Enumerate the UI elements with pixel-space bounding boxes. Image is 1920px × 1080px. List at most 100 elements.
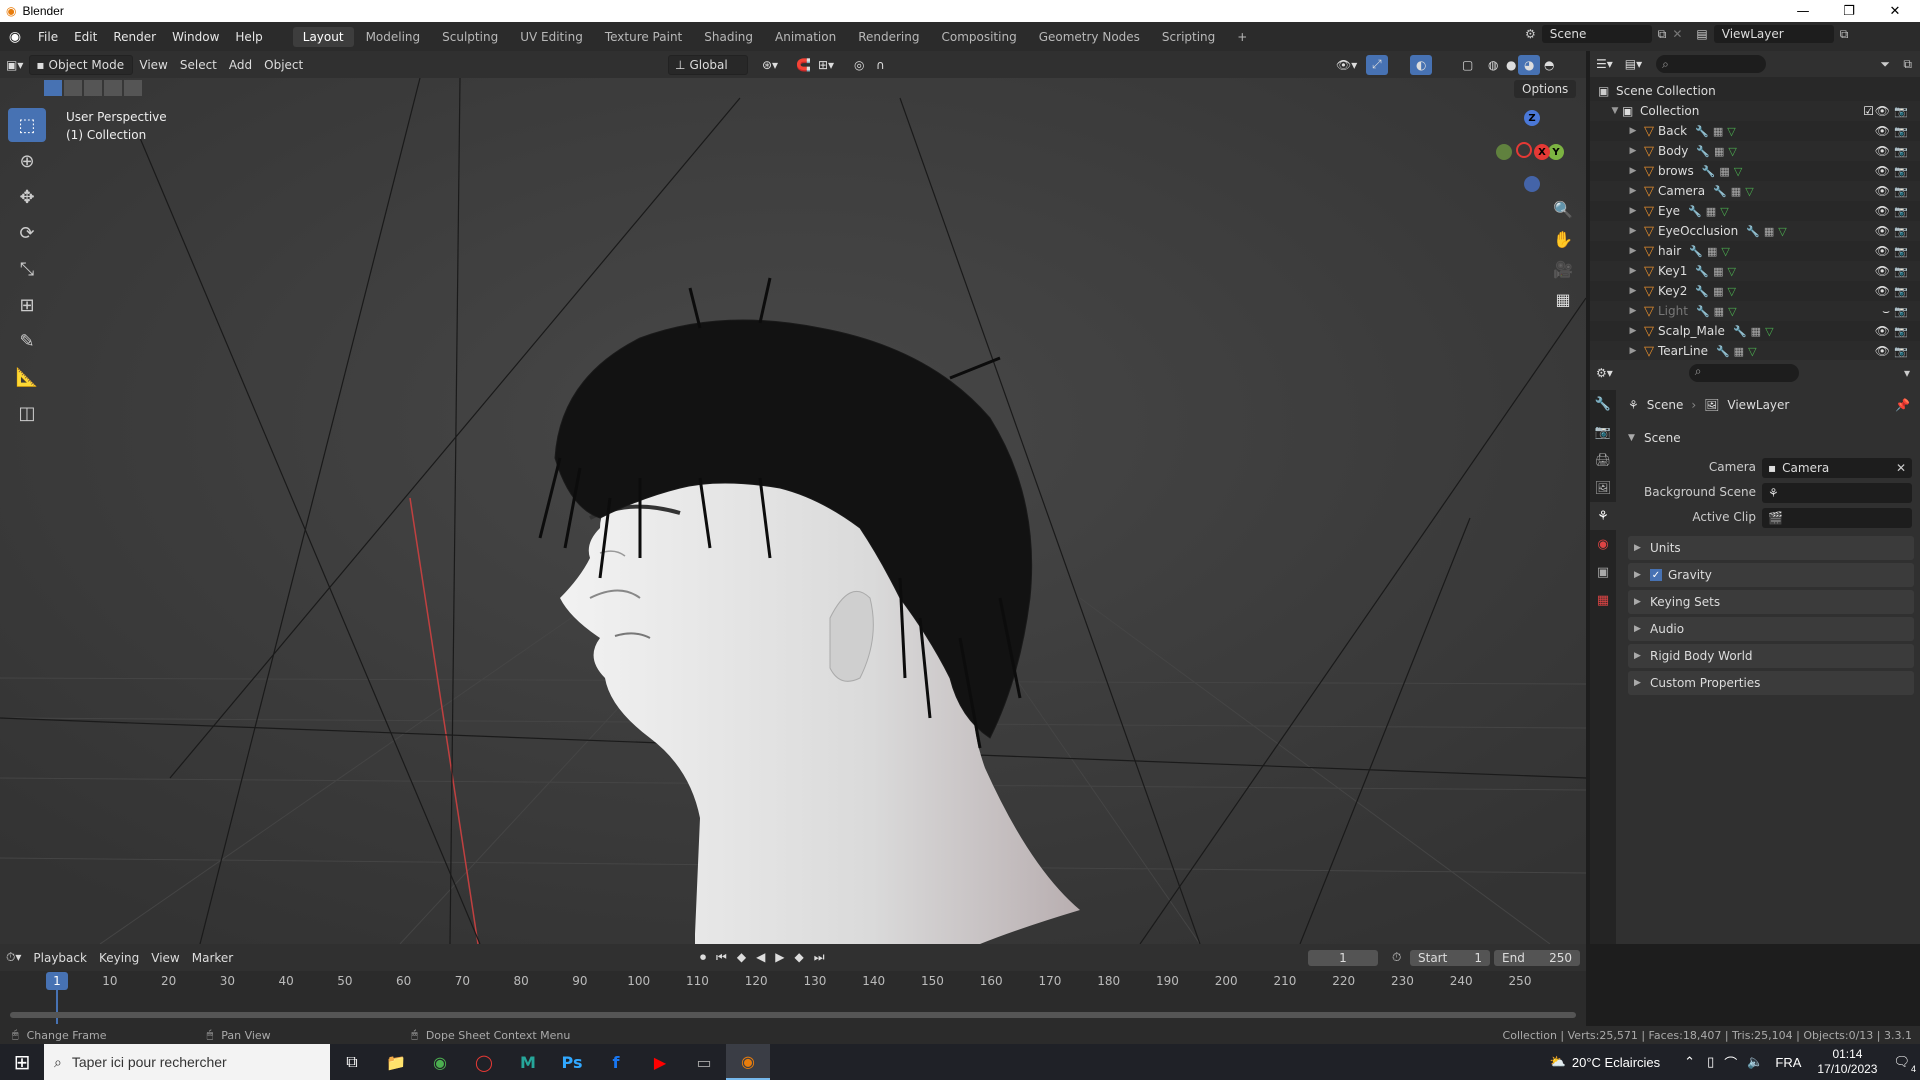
select-box-icon[interactable]: ⬚: [8, 108, 46, 142]
expand-icon[interactable]: ▶: [1626, 266, 1640, 276]
world-tab-icon[interactable]: ◉: [1590, 530, 1616, 558]
render-camera-icon[interactable]: 📷: [1894, 165, 1908, 178]
visibility-eye-icon[interactable]: 👁: [1875, 284, 1890, 298]
visibility-eye-icon[interactable]: 👁: [1875, 104, 1890, 118]
maximize-button[interactable]: ❐: [1826, 0, 1872, 22]
viewlayer-icon[interactable]: ▤: [1696, 27, 1707, 41]
gizmo-neg-x[interactable]: [1516, 142, 1532, 158]
select-subtract-icon[interactable]: [84, 80, 102, 96]
windows-start-icon[interactable]: ⊞: [0, 1044, 44, 1080]
expand-icon[interactable]: ▶: [1626, 286, 1640, 296]
visibility-eye-icon[interactable]: 👁: [1875, 164, 1890, 178]
select-intersect-icon[interactable]: [124, 80, 142, 96]
blender-menu-icon[interactable]: ◉: [0, 29, 30, 45]
app-window-icon[interactable]: ▭: [682, 1044, 726, 1080]
play-icon[interactable]: ▶: [775, 950, 784, 965]
menu-select[interactable]: Select: [174, 55, 223, 75]
proportional-edit-icon[interactable]: ◎: [848, 55, 870, 75]
active-clip-field[interactable]: 🎬: [1762, 508, 1912, 528]
output-tab-icon[interactable]: 🖨: [1590, 446, 1616, 474]
visibility-icon[interactable]: 👁▾: [1330, 55, 1363, 75]
menu-add[interactable]: Add: [223, 55, 258, 75]
view-layer-tab-icon[interactable]: 🖼: [1590, 474, 1616, 502]
outliner-editor-type-icon[interactable]: ☰▾: [1590, 54, 1619, 74]
navigation-gizmo[interactable]: Z Y X: [1490, 108, 1570, 192]
expand-icon[interactable]: ▶: [1626, 246, 1640, 256]
menu-window[interactable]: Window: [164, 30, 227, 44]
tab-sculpting[interactable]: Sculpting: [432, 27, 508, 47]
battery-icon[interactable]: ▯: [1707, 1054, 1714, 1070]
end-frame-field[interactable]: End 250: [1494, 949, 1580, 966]
render-camera-icon[interactable]: 📷: [1894, 145, 1908, 158]
render-camera-icon[interactable]: 📷: [1894, 125, 1908, 138]
visibility-eye-icon[interactable]: 👁: [1875, 344, 1890, 358]
outliner-search-input[interactable]: ⌕: [1656, 55, 1767, 73]
minimize-button[interactable]: —: [1780, 0, 1826, 22]
chrome-icon[interactable]: ◉: [418, 1044, 462, 1080]
display-mode-icon[interactable]: ▤▾: [1619, 54, 1648, 74]
gizmo-toggle-icon[interactable]: ⤢: [1366, 54, 1388, 75]
gizmo-neg-z[interactable]: [1524, 176, 1540, 192]
outliner-item[interactable]: ▶ ▽ Eye 🔧 ▦ ▽ 👁 📷: [1590, 201, 1920, 221]
jump-end-icon[interactable]: ⏭: [814, 950, 825, 965]
rotate-icon[interactable]: ⟳: [8, 216, 46, 250]
task-view-icon[interactable]: ⧉: [330, 1044, 374, 1080]
expand-icon[interactable]: ▶: [1626, 126, 1640, 136]
gizmo-z-axis[interactable]: Z: [1524, 110, 1540, 126]
render-camera-icon[interactable]: 📷: [1894, 225, 1908, 238]
menu-file[interactable]: File: [30, 30, 66, 44]
m-app-icon[interactable]: M: [506, 1044, 550, 1080]
visibility-eye-icon[interactable]: 👁: [1875, 184, 1890, 198]
gizmo-neg-y[interactable]: [1496, 144, 1512, 160]
frame-ruler[interactable]: 1 10 20 30 40 50 60 70 80 90 100 110 120 130 140 150 160…: [0, 974, 1586, 992]
pan-hand-icon[interactable]: ✋: [1550, 226, 1576, 252]
visibility-eye-icon[interactable]: 👁: [1875, 244, 1890, 258]
outliner-item[interactable]: ▶ ▽ Body 🔧 ▦ ▽ 👁 📷: [1590, 141, 1920, 161]
new-collection-icon[interactable]: ⧉: [1903, 57, 1912, 72]
expand-icon[interactable]: ▼: [1608, 106, 1622, 116]
render-camera-icon[interactable]: 📷: [1894, 325, 1908, 338]
options-button[interactable]: Options: [1514, 80, 1577, 98]
next-keyframe-icon[interactable]: ◆: [795, 950, 804, 965]
render-camera-icon[interactable]: 📷: [1894, 265, 1908, 278]
notification-icon[interactable]: 🗨 4: [1893, 1054, 1916, 1074]
render-camera-icon[interactable]: 📷: [1894, 105, 1908, 118]
filter-icon[interactable]: ⏷: [1880, 57, 1890, 72]
tab-shading[interactable]: Shading: [694, 27, 763, 47]
new-scene-icon[interactable]: ⧉: [1658, 27, 1667, 42]
menu-object[interactable]: Object: [258, 55, 309, 75]
exclude-checkbox[interactable]: ☑: [1863, 104, 1874, 118]
menu-edit[interactable]: Edit: [66, 30, 105, 44]
opera-icon[interactable]: ◯: [462, 1044, 506, 1080]
falloff-icon[interactable]: ∩: [870, 55, 891, 75]
xray-icon[interactable]: ▢: [1456, 55, 1479, 75]
expand-icon[interactable]: ▶: [1626, 326, 1640, 336]
expand-icon[interactable]: ▶: [1626, 146, 1640, 156]
collection-tab-icon[interactable]: ▣: [1590, 558, 1616, 586]
tab-geometry-nodes[interactable]: Geometry Nodes: [1029, 27, 1150, 47]
render-camera-icon[interactable]: 📷: [1894, 285, 1908, 298]
measure-icon[interactable]: 📐: [8, 360, 46, 394]
tab-layout[interactable]: Layout: [292, 26, 354, 47]
camera-field[interactable]: ▪ Camera ✕: [1762, 458, 1912, 478]
visibility-eye-icon[interactable]: 👁: [1875, 204, 1890, 218]
language-indicator[interactable]: FRA: [1775, 1055, 1801, 1070]
outliner-item[interactable]: ▶ ▽ hair 🔧 ▦ ▽ 👁 📷: [1590, 241, 1920, 261]
background-scene-field[interactable]: ⚘: [1762, 483, 1912, 503]
expand-icon[interactable]: ▶: [1626, 306, 1640, 316]
mode-selector[interactable]: ▪ Object Mode: [29, 54, 134, 75]
outliner-item[interactable]: ▶ ▽ TearLine 🔧 ▦ ▽ 👁 📷: [1590, 341, 1920, 361]
scene-tab-icon[interactable]: ⚘: [1590, 502, 1616, 530]
outliner-scene-collection[interactable]: ▣ Scene Collection: [1590, 81, 1920, 101]
tab-rendering[interactable]: Rendering: [848, 27, 929, 47]
texture-tab-icon[interactable]: ▦: [1590, 586, 1616, 614]
outliner-item[interactable]: ▶ ▽ Back 🔧 ▦ ▽ 👁 📷: [1590, 121, 1920, 141]
preview-range-icon[interactable]: ⏱: [1392, 950, 1401, 965]
add-cube-icon[interactable]: ◫: [8, 396, 46, 430]
expand-icon[interactable]: ▶: [1626, 206, 1640, 216]
weather-icon[interactable]: ⛅: [1550, 1054, 1566, 1070]
props-editor-type-icon[interactable]: ⚙▾: [1590, 363, 1619, 383]
tab-uv-editing[interactable]: UV Editing: [510, 27, 593, 47]
render-camera-icon[interactable]: 📷: [1894, 245, 1908, 258]
gizmo-x-axis[interactable]: X: [1534, 144, 1550, 160]
